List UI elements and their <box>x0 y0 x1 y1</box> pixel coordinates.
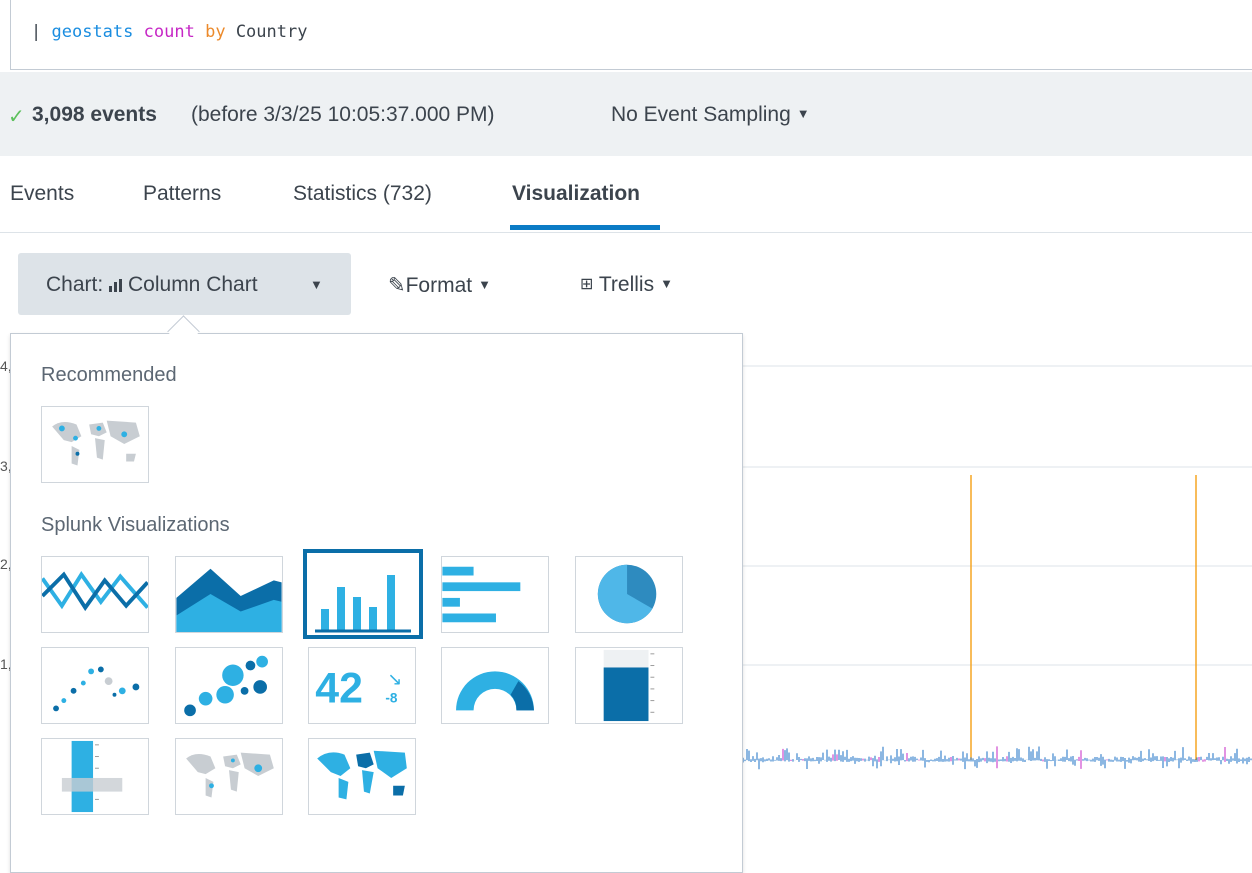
trellis-button[interactable]: ⊞ Trellis ▼ <box>580 273 673 297</box>
caret-down-icon: ▼ <box>660 276 673 291</box>
event-time-range: (before 3/3/25 10:05:37.000 PM) <box>191 103 495 126</box>
viz-tile-scatter-chart[interactable] <box>41 647 149 724</box>
column-chart <box>742 330 1252 854</box>
chart-type-prefix: Chart: <box>46 273 104 296</box>
cluster-map-icon <box>186 752 274 798</box>
format-button[interactable]: ✎Format ▼ <box>388 273 491 298</box>
viz-tile-area-chart[interactable] <box>175 556 283 633</box>
viz-tile-marker-gauge[interactable] <box>41 738 149 815</box>
tab-statistics[interactable]: Statistics (732) <box>293 182 432 206</box>
query-keyword: by <box>205 22 226 42</box>
bubble-chart-icon <box>184 655 268 717</box>
marker-gauge-icon <box>61 740 123 813</box>
single-value-delta: -8 <box>385 691 398 706</box>
query-command: geostats <box>51 22 134 42</box>
column-chart-small-icon <box>108 275 124 299</box>
viz-tile-bubble-chart[interactable] <box>175 647 283 724</box>
splunk-visualizations-heading: Splunk Visualizations <box>41 514 230 536</box>
viz-tile-column-chart[interactable] <box>303 549 423 639</box>
search-query[interactable]: | geostats count by Country <box>31 22 307 42</box>
viz-tile-choropleth-map[interactable] <box>308 738 416 815</box>
active-tab-indicator <box>510 225 660 230</box>
visualization-picker: Recommended Splunk Visualizations 42 ↘ -… <box>10 333 743 873</box>
event-count: 3,098 events <box>32 103 157 126</box>
event-sampling-label: No Event Sampling <box>611 103 791 126</box>
find-more-visualizations-link[interactable] <box>41 848 47 859</box>
viz-tile-line-chart[interactable] <box>41 556 149 633</box>
caret-down-icon: ▼ <box>796 106 810 121</box>
viz-tile-recommended-cluster-map[interactable] <box>41 406 149 483</box>
results-tabs: Events Patterns Statistics (732) Visuali… <box>0 156 1252 233</box>
chart-series <box>742 746 1252 770</box>
line-chart-icon <box>42 571 148 612</box>
bar-chart-icon <box>442 566 521 623</box>
format-label: Format <box>405 274 473 297</box>
choropleth-map-icon <box>317 750 407 800</box>
viz-tile-cluster-map[interactable] <box>175 738 283 815</box>
column-chart-icon <box>315 575 411 633</box>
search-bar[interactable]: | geostats count by Country <box>10 0 1252 70</box>
single-value-icon: 42 ↘ -8 <box>315 665 402 713</box>
chart-type-value: Column Chart <box>128 273 258 296</box>
checkmark-icon: ✓ <box>8 106 25 128</box>
pie-chart-icon <box>597 564 657 624</box>
tab-patterns[interactable]: Patterns <box>143 182 221 206</box>
tab-events[interactable]: Events <box>10 182 74 206</box>
viz-tile-bar-chart[interactable] <box>441 556 549 633</box>
chart-type-button[interactable]: Chart: Column Chart ▼ <box>18 253 351 315</box>
filler-gauge-icon <box>603 649 655 722</box>
scatter-chart-icon <box>53 666 140 712</box>
viz-tile-pie-chart[interactable] <box>575 556 683 633</box>
brush-icon: ✎ <box>388 274 406 297</box>
single-value-number: 42 <box>315 665 363 713</box>
tab-visualization[interactable]: Visualization <box>512 182 640 206</box>
chart-plot <box>742 365 1252 770</box>
viz-tile-single-value[interactable]: 42 ↘ -8 <box>308 647 416 724</box>
viz-tile-filler-gauge[interactable] <box>575 647 683 724</box>
event-sampling-dropdown[interactable]: No Event Sampling ▼ <box>611 103 810 127</box>
grid-icon: ⊞ <box>580 276 594 293</box>
viz-tile-radial-gauge[interactable] <box>441 647 549 724</box>
query-field: Country <box>235 22 308 42</box>
job-status-bar: ✓ 3,098 events (before 3/3/25 10:05:37.0… <box>0 72 1252 156</box>
cluster-map-icon <box>52 420 140 466</box>
query-pipe: | <box>31 22 42 42</box>
radial-gauge-icon <box>456 671 534 711</box>
caret-down-icon: ▼ <box>478 277 491 292</box>
query-function: count <box>143 22 195 42</box>
trellis-label: Trellis <box>598 273 655 296</box>
area-chart-icon <box>176 568 282 632</box>
caret-down-icon: ▼ <box>310 277 323 292</box>
trend-down-icon: ↘ <box>387 670 402 690</box>
recommended-heading: Recommended <box>41 364 177 386</box>
